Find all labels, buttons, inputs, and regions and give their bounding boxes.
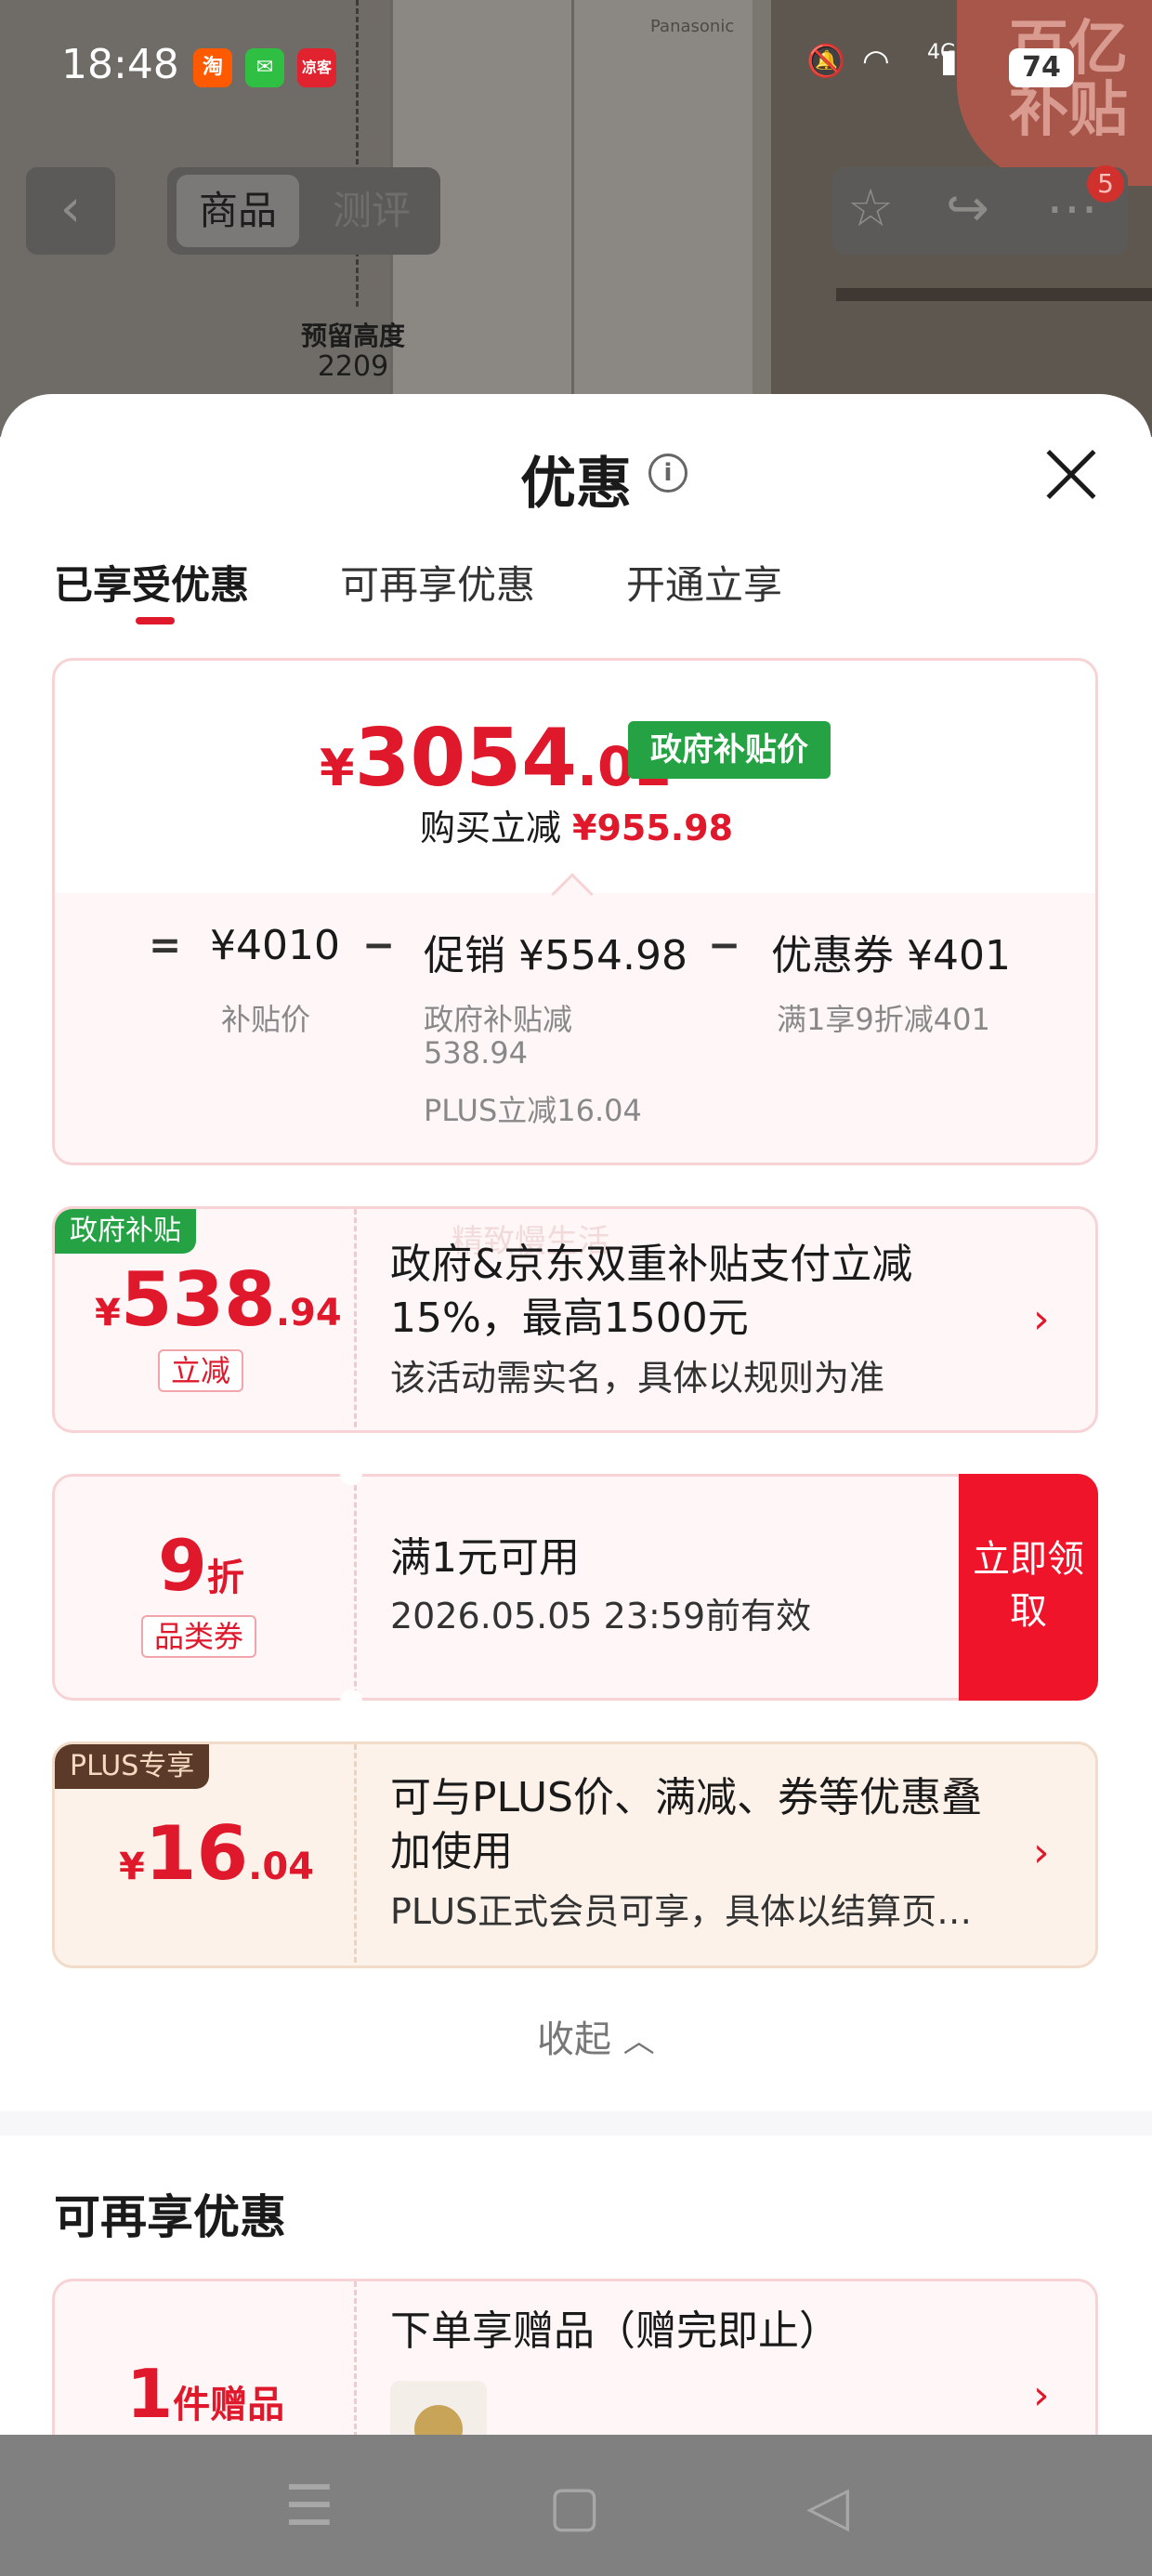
plus-tag: PLUS专享 [55, 1744, 210, 1789]
chevron-right-icon[interactable]: › [1033, 2372, 1050, 2419]
close-icon[interactable] [1042, 446, 1098, 502]
card-divider [354, 1209, 357, 1430]
section-divider [0, 2111, 1152, 2136]
currency-symbol: ¥ [320, 739, 355, 797]
coupon-discount-unit: 折 [206, 1557, 244, 1599]
home-icon[interactable]: ▢ [548, 2474, 601, 2539]
menu-icon[interactable]: ☰ [284, 2474, 334, 2539]
gov-subsidy-tag: 政府补贴 [55, 1209, 196, 1254]
star-icon[interactable]: ☆ [847, 178, 894, 239]
promo-detail-gov-amount: 538.94 [424, 1035, 528, 1071]
instant-reduce-chip: 立减 [158, 1349, 244, 1392]
subsidy-price-label: 补贴价 [221, 1002, 311, 1037]
bg-shelf [836, 288, 1152, 301]
status-bar: 18:48 淘 ✉ 凉客 🔕 ◠ 4G ▮ 74 [0, 0, 1152, 139]
gov-subsidy-title: 政府&京东双重补贴支付立减15%，最高1500元 [390, 1241, 913, 1342]
coupon-discount-amount: 9折 [158, 1524, 244, 1607]
measure-annotation: 预留高度 2209 [288, 321, 418, 384]
chevron-right-icon[interactable]: › [1033, 1829, 1050, 1876]
reduce-line: 购买立减 ¥955.98 [420, 799, 733, 850]
plus-amount: ¥16.04 [119, 1810, 315, 1897]
minus-sign: − [362, 922, 396, 967]
gift-count-value: 1 [126, 2355, 174, 2433]
category-coupon-chip: 品类券 [141, 1615, 257, 1658]
collapse-button[interactable]: 收起 ︿ [537, 2009, 655, 2063]
coupon-notch-top [340, 1463, 362, 1485]
tab-review[interactable]: 测评 [316, 175, 427, 247]
info-icon[interactable]: i [648, 453, 687, 493]
status-time: 18:48 [61, 41, 179, 88]
gov-subsidy-note: 该活动需实名，具体以规则为准 [390, 1358, 885, 1399]
jingfen-icon: 凉客 [297, 48, 336, 87]
gift-count-unit: 件赠品 [173, 2384, 285, 2426]
gift-title: 下单享赠品（赠完即止） [390, 2307, 840, 2355]
coupon-detail: 满1享9折减401 [777, 1002, 990, 1037]
battery-icon: 74 [1009, 48, 1074, 87]
minus-sign: − [708, 922, 741, 967]
tab-product[interactable]: 商品 [177, 175, 299, 247]
taobao-icon: 淘 [193, 48, 232, 87]
promo-detail-plus: PLUS立减16.04 [424, 1093, 642, 1128]
coupon-expiry: 2026.05.05 23:59前有效 [390, 1596, 812, 1636]
gift-count: 1件赠品 [126, 2355, 284, 2433]
claim-coupon-button[interactable]: 立即领取 [959, 1474, 1098, 1701]
plus-note: PLUS正式会员可享，具体以结算页为准 [390, 1891, 985, 1932]
back-icon[interactable]: ‹ [26, 167, 115, 255]
mute-icon: 🔕 [806, 43, 846, 80]
card-divider [354, 1477, 357, 1698]
gov-price-badge: 政府补贴价 [628, 721, 831, 779]
measure-value: 2209 [317, 350, 389, 384]
final-price: ¥3054.02 [320, 712, 673, 805]
gov-subsidy-amount: ¥538.94 [95, 1256, 342, 1343]
more-offers-title: 可再享优惠 [54, 2190, 286, 2244]
promo-discount: 促销 ¥554.98 [424, 932, 687, 979]
back-nav-icon[interactable]: ◁ [806, 2474, 849, 2539]
wechat-icon: ✉ [245, 48, 284, 87]
tab-open-membership[interactable]: 开通立享 [626, 554, 782, 611]
tab-enjoyed-offers[interactable]: 已享受优惠 [54, 554, 249, 611]
coupon-discount: 优惠券 ¥401 [771, 932, 1011, 979]
equals-sign: = [149, 922, 182, 967]
promo-detail-gov: 政府补贴减 [424, 1002, 573, 1037]
plus-amount-int: 16 [144, 1810, 249, 1897]
signal-icon: ▮ [940, 43, 958, 80]
card-divider [354, 1744, 357, 1965]
sheet-title: 优惠 [520, 452, 632, 517]
plus-title: 可与PLUS价、满减、券等优惠叠加使用 [390, 1774, 982, 1875]
price-integer: 3054 [354, 712, 577, 805]
measure-label: 预留高度 [300, 321, 405, 351]
collapse-label: 收起 [537, 2018, 611, 2061]
gov-subsidy-dec: .94 [275, 1292, 342, 1334]
wifi-icon: ◠ [862, 43, 890, 80]
subsidy-price: ¥4010 [210, 922, 340, 969]
tab-more-offers[interactable]: 可再享优惠 [340, 554, 535, 611]
coupon-notch-bottom [340, 1689, 362, 1712]
chevron-right-icon[interactable]: › [1033, 1295, 1050, 1343]
message-count-badge: 5 [1087, 165, 1124, 203]
coupon-discount-value: 9 [158, 1524, 207, 1607]
active-tab-indicator [136, 617, 175, 624]
gov-subsidy-int: 538 [120, 1256, 276, 1343]
coupon-title: 满1元可用 [390, 1534, 580, 1582]
chevron-up-icon: ︿ [622, 2023, 655, 2060]
share-icon[interactable]: ↪ [946, 178, 989, 239]
reduce-amount: ¥955.98 [572, 808, 734, 848]
reduce-label: 购买立减 [420, 808, 562, 848]
plus-amount-dec: .04 [248, 1846, 315, 1888]
